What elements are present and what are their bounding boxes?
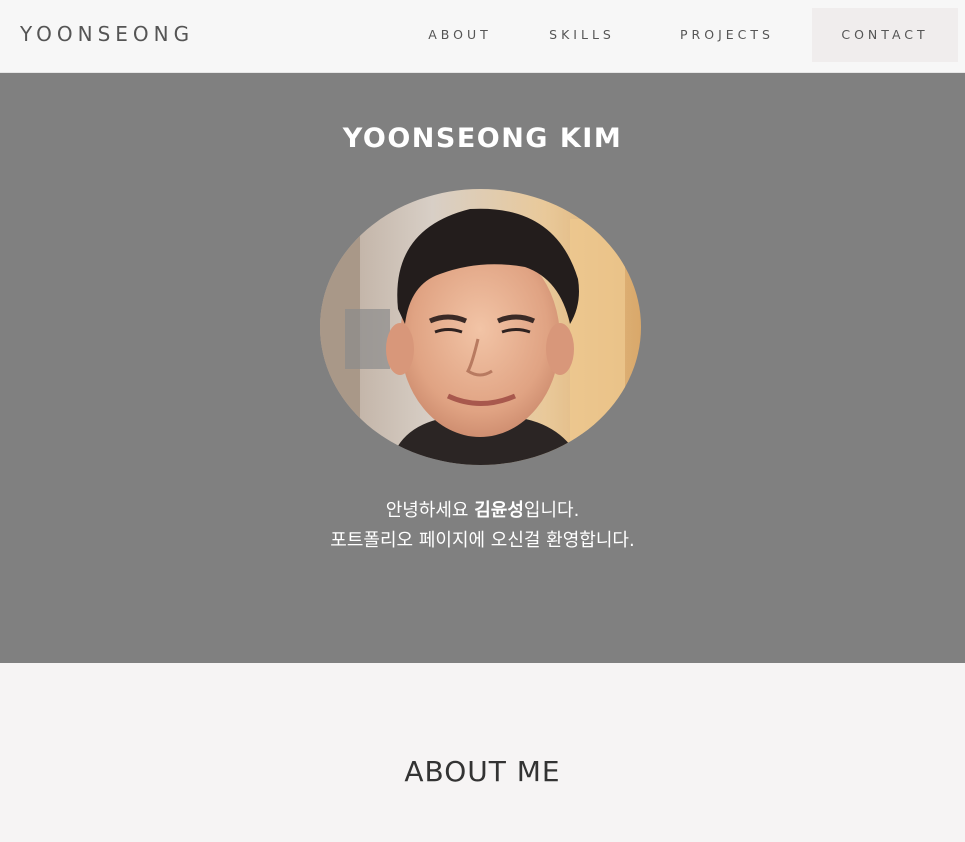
navbar: YOONSEONG ABOUT SKILLS PROJECTS CONTACT — [0, 0, 965, 73]
intro-line-1: 안녕하세요 김윤성입니다. — [0, 496, 965, 526]
profile-photo-illustration — [320, 189, 641, 465]
intro-greeting-suffix: 입니다. — [523, 500, 580, 521]
intro-name: 김윤성 — [474, 500, 524, 521]
nav-projects[interactable]: PROJECTS — [656, 8, 798, 62]
about-title: ABOUT ME — [404, 755, 561, 788]
about-section: ABOUT ME — [0, 663, 965, 842]
intro-greeting: 안녕하세요 — [385, 500, 475, 521]
intro-text: 안녕하세요 김윤성입니다. 포트폴리오 페이지에 오신걸 환영합니다. — [0, 496, 965, 556]
nav-about[interactable]: ABOUT — [412, 8, 508, 62]
hero-title: YOONSEONG KIM — [342, 123, 623, 154]
profile-photo — [320, 189, 641, 465]
brand-logo[interactable]: YOONSEONG — [20, 22, 194, 46]
nav-skills[interactable]: SKILLS — [532, 8, 632, 62]
hero-section: YOONSEONG KIM 안녕하세요 김윤성입니다. 포트폴리오 페이지에 오… — [0, 73, 965, 663]
nav-contact[interactable]: CONTACT — [812, 8, 958, 62]
intro-line-2: 포트폴리오 페이지에 오신걸 환영합니다. — [330, 530, 635, 551]
